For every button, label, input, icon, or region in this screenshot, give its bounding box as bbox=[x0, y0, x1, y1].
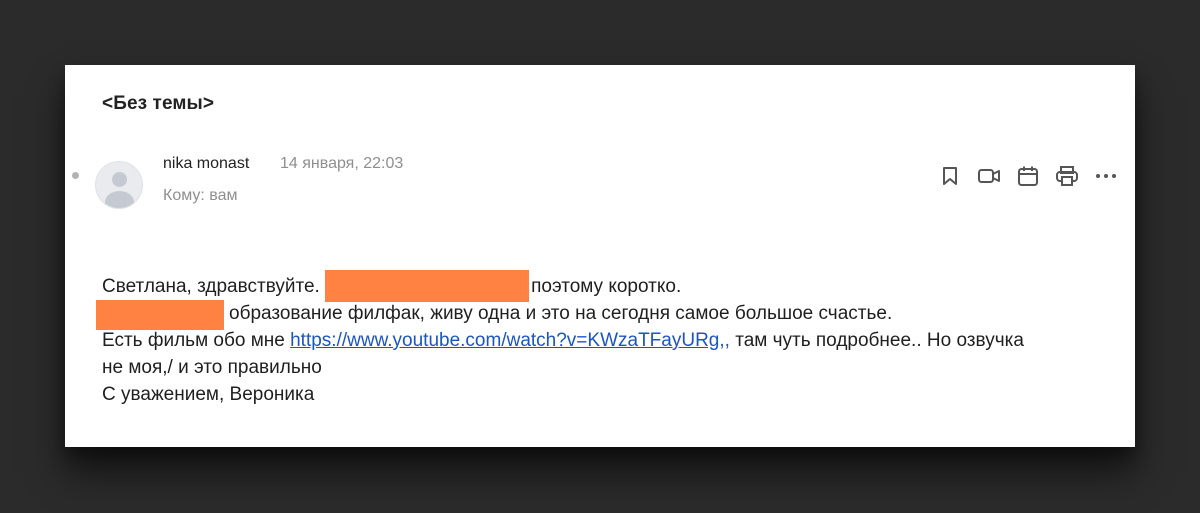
calendar-button[interactable] bbox=[1016, 164, 1040, 188]
sender-avatar[interactable] bbox=[95, 161, 143, 209]
redaction-box bbox=[325, 270, 530, 302]
body-text: С уважением, Вероника bbox=[102, 384, 315, 405]
video-call-icon bbox=[978, 169, 1000, 183]
message-toolbar bbox=[938, 163, 1118, 189]
print-button[interactable] bbox=[1055, 164, 1079, 188]
body-text: Светлана, здравствуйте. bbox=[102, 276, 326, 297]
body-text: образование филфак, живу одна и это на с… bbox=[229, 303, 893, 324]
more-icon bbox=[1096, 174, 1116, 178]
bookmark-button[interactable] bbox=[938, 164, 962, 188]
sender-name[interactable]: nika monast bbox=[163, 155, 249, 173]
email-subject: <Без темы> bbox=[102, 93, 215, 114]
body-text: там чуть подробнее.. Но озвучка bbox=[729, 330, 1024, 351]
body-text: поэтому коротко. bbox=[531, 276, 682, 297]
body-line-1: Светлана, здравствуйте. поэтому коротко. bbox=[102, 270, 1112, 302]
body-line-3: Есть фильм обо мне https://www.youtube.c… bbox=[102, 327, 1112, 354]
body-signature: С уважением, Вероника bbox=[102, 381, 1112, 408]
youtube-link[interactable]: https://www.youtube.com/watch?v=KWzaTFay… bbox=[290, 330, 730, 351]
video-call-button[interactable] bbox=[977, 164, 1001, 188]
unread-dot[interactable] bbox=[72, 172, 79, 179]
avatar-shoulders-shape bbox=[105, 191, 134, 208]
email-date: 14 января, 22:03 bbox=[280, 155, 404, 172]
avatar-head-shape bbox=[112, 172, 127, 187]
more-button[interactable] bbox=[1094, 164, 1118, 188]
bookmark-icon bbox=[943, 167, 957, 185]
body-text: не моя,/ и это правильно bbox=[102, 357, 322, 378]
body-text: Есть фильм обо мне bbox=[102, 330, 291, 351]
redaction-box bbox=[96, 300, 224, 330]
email-message-card: <Без темы> nika monast 14 января, 22:03 … bbox=[65, 65, 1135, 447]
body-line-2: образование филфак, живу одна и это на с… bbox=[96, 300, 1112, 330]
email-body: Светлана, здравствуйте. поэтому коротко.… bbox=[96, 270, 1112, 408]
body-line-4: не моя,/ и это правильно bbox=[102, 354, 1112, 381]
calendar-icon bbox=[1018, 166, 1038, 186]
print-icon bbox=[1056, 166, 1078, 186]
recipient-line: Кому: вам bbox=[163, 187, 238, 204]
